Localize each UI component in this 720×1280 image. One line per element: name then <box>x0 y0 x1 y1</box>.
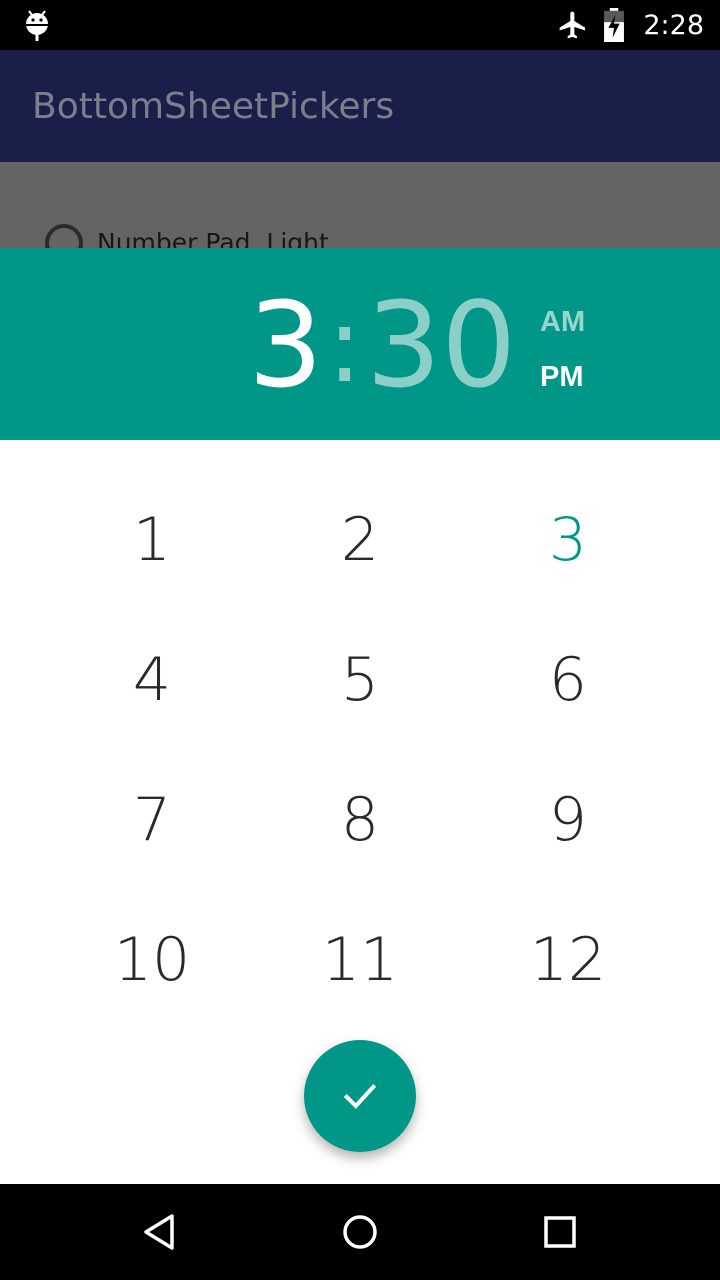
radio-button[interactable] <box>45 224 83 248</box>
app-toolbar: BottomSheetPickers <box>0 50 720 162</box>
key-9[interactable]: 9 <box>468 760 668 880</box>
pm-option[interactable]: PM <box>540 361 584 394</box>
recents-icon[interactable] <box>538 1210 582 1254</box>
status-bar: 2:28 <box>0 0 720 50</box>
hour-display[interactable]: 3 <box>248 280 323 410</box>
background-content: Number Pad, Light <box>0 162 720 248</box>
android-debug-icon <box>26 10 48 41</box>
back-icon[interactable] <box>138 1210 182 1254</box>
airplane-mode-icon <box>560 11 586 39</box>
key-12[interactable]: 12 <box>468 900 668 1020</box>
confirm-button[interactable] <box>304 1040 416 1152</box>
am-option[interactable]: AM <box>540 306 585 339</box>
battery-charging-icon <box>604 8 625 42</box>
key-6[interactable]: 6 <box>468 620 668 740</box>
key-8[interactable]: 8 <box>260 760 460 880</box>
key-7[interactable]: 7 <box>52 760 252 880</box>
key-11[interactable]: 11 <box>260 900 460 1020</box>
home-icon[interactable] <box>338 1210 382 1254</box>
status-time: 2:28 <box>643 9 704 41</box>
navigation-bar <box>0 1184 720 1280</box>
time-display: 3 : 30 <box>248 280 516 410</box>
key-1[interactable]: 1 <box>52 480 252 600</box>
key-4[interactable]: 4 <box>52 620 252 740</box>
radio-label: Number Pad, Light <box>97 228 329 248</box>
time-separator: : <box>327 284 363 406</box>
key-5[interactable]: 5 <box>260 620 460 740</box>
check-icon <box>343 1084 377 1109</box>
key-10[interactable]: 10 <box>52 900 252 1020</box>
key-2[interactable]: 2 <box>260 480 460 600</box>
minute-display[interactable]: 30 <box>366 280 516 410</box>
key-3[interactable]: 3 <box>468 480 668 600</box>
app-title: BottomSheetPickers <box>32 86 395 127</box>
